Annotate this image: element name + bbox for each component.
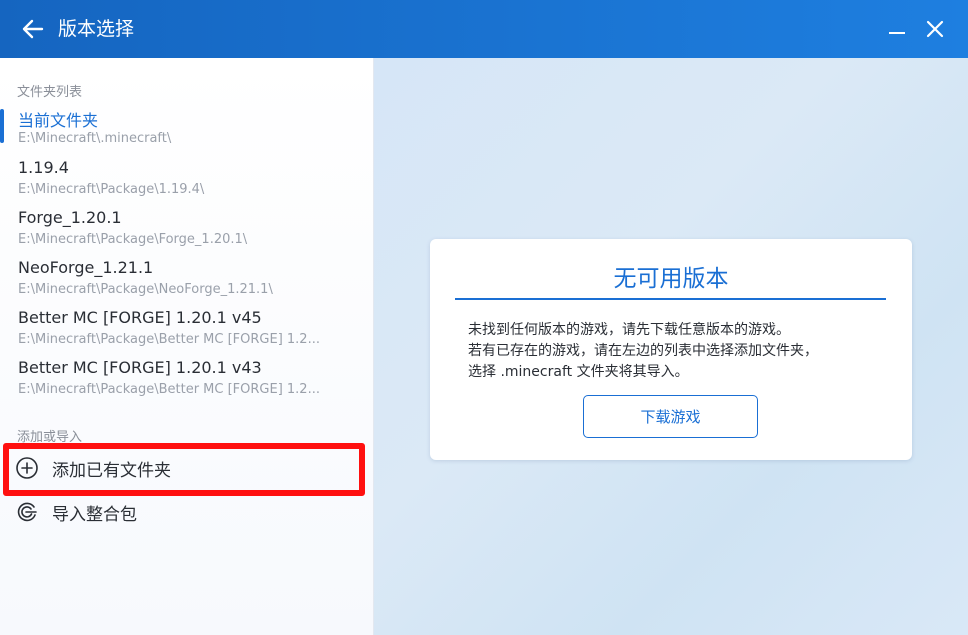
folder-name: Better MC [FORGE] 1.20.1 v45: [18, 308, 262, 327]
folder-item-better-mc-v45[interactable]: Better MC [FORGE] 1.20.1 v45 E:\Minecraf…: [0, 308, 360, 356]
folder-path: E:\Minecraft\Package\Forge_1.20.1\: [18, 232, 248, 247]
window-title: 版本选择: [58, 18, 135, 40]
no-version-card: 无可用版本 未找到任何版本的游戏，请先下载任意版本的游戏。 若有已存在的游戏，请…: [430, 239, 912, 460]
import-modpack-label: 导入整合包: [52, 505, 137, 525]
folder-item-forge-1-20-1[interactable]: Forge_1.20.1 E:\Minecraft\Package\Forge_…: [0, 208, 360, 256]
card-title: 无可用版本: [613, 266, 729, 292]
card-message-line: 选择 .minecraft 文件夹将其导入。: [468, 364, 689, 380]
folder-path: E:\Minecraft\Package\NeoForge_1.21.1\: [18, 282, 273, 297]
folder-item-current[interactable]: 当前文件夹 E:\Minecraft\.minecraft\: [0, 107, 360, 155]
close-icon: [926, 20, 944, 38]
active-indicator: [0, 109, 4, 143]
main-panel: 无可用版本 未找到任何版本的游戏，请先下载任意版本的游戏。 若有已存在的游戏，请…: [374, 58, 968, 635]
add-import-label: 添加或导入: [17, 430, 83, 445]
sidebar: 文件夹列表 当前文件夹 E:\Minecraft\.minecraft\ 1.1…: [0, 58, 374, 635]
folder-path: E:\Minecraft\Package\Better MC [FORGE] 1…: [18, 332, 320, 347]
folder-path: E:\Minecraft\Package\1.19.4\: [18, 182, 205, 197]
download-game-button[interactable]: 下载游戏: [583, 395, 758, 438]
folder-path: E:\Minecraft\.minecraft\: [18, 131, 172, 146]
minimize-button[interactable]: [882, 14, 912, 44]
plus-circle-icon: [16, 457, 38, 479]
title-bar: 版本选择: [0, 0, 968, 58]
close-button[interactable]: [920, 14, 950, 44]
add-existing-folder-button[interactable]: 添加已有文件夹: [0, 450, 360, 486]
back-button[interactable]: [18, 14, 48, 44]
folder-path: E:\Minecraft\Package\Better MC [FORGE] 1…: [18, 382, 320, 397]
card-message-line: 未找到任何版本的游戏，请先下载任意版本的游戏。: [468, 322, 790, 338]
card-title-divider: [455, 298, 886, 300]
card-message-line: 若有已存在的游戏，请在左边的列表中选择添加文件夹，: [468, 343, 818, 359]
folder-name: NeoForge_1.21.1: [18, 258, 154, 277]
folder-name: Forge_1.20.1: [18, 208, 122, 227]
folder-list-label: 文件夹列表: [17, 85, 83, 100]
import-pack-icon: [17, 502, 37, 522]
folder-item-better-mc-v43[interactable]: Better MC [FORGE] 1.20.1 v43 E:\Minecraf…: [0, 358, 360, 406]
folder-item-neoforge-1-21-1[interactable]: NeoForge_1.21.1 E:\Minecraft\Package\Neo…: [0, 258, 360, 306]
folder-name: 当前文件夹: [18, 111, 99, 130]
folder-name: 1.19.4: [18, 158, 69, 177]
minimize-icon: [889, 32, 905, 34]
back-arrow-icon: [22, 19, 44, 39]
folder-item-1-19-4[interactable]: 1.19.4 E:\Minecraft\Package\1.19.4\: [0, 158, 360, 206]
import-modpack-button[interactable]: 导入整合包: [0, 494, 360, 530]
folder-name: Better MC [FORGE] 1.20.1 v43: [18, 358, 262, 377]
add-existing-folder-label: 添加已有文件夹: [52, 461, 171, 481]
